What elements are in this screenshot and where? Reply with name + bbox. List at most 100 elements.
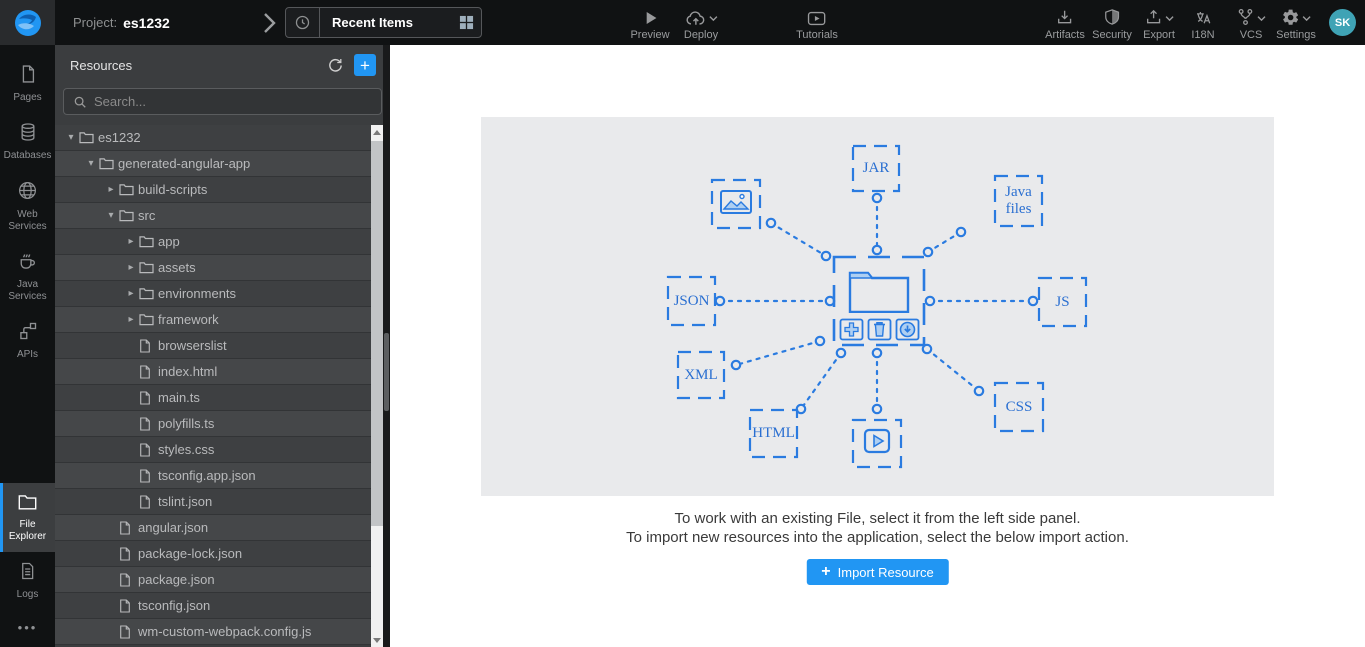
tree-item-label: index.html	[158, 364, 218, 379]
tree-row-browserslist[interactable]: browserslist	[55, 333, 371, 359]
deploy-icon-row	[685, 5, 718, 27]
tree-scrollbar[interactable]	[371, 125, 383, 647]
collapse-chevron-icon[interactable]	[258, 8, 280, 37]
preview-button[interactable]: Preview	[630, 5, 670, 41]
recent-items-dropdown[interactable]: Recent Items	[285, 7, 482, 38]
expand-toggle-icon[interactable]: ▸	[103, 184, 119, 195]
tree-row-framework[interactable]: ▸ framework	[55, 307, 371, 333]
diagram-node-java-files: Java files	[995, 176, 1042, 226]
tree-row-es1232[interactable]: ▾ es1232	[55, 125, 371, 151]
i18n-button[interactable]: I18N	[1191, 5, 1215, 41]
sidebar-item-label: Databases	[3, 150, 52, 161]
user-avatar[interactable]: SK	[1329, 9, 1356, 36]
expand-toggle-icon[interactable]: ▸	[123, 262, 139, 273]
collapse-toggle-icon[interactable]: ▾	[103, 210, 119, 221]
tree-row-polyfills.ts[interactable]: polyfills.ts	[55, 411, 371, 437]
download-tray-icon	[1055, 8, 1074, 27]
add-icon[interactable]	[839, 318, 864, 341]
recent-items-label: Recent Items	[332, 15, 413, 30]
export-button[interactable]: Export	[1143, 5, 1175, 41]
chevron-down-icon	[1257, 9, 1266, 27]
history-icon	[286, 8, 320, 37]
diagram-node-center[interactable]	[834, 257, 924, 345]
diagram-node-label: JS	[1055, 293, 1070, 310]
tree-row-angular.json[interactable]: angular.json	[55, 515, 371, 541]
gear-icon	[1281, 8, 1300, 27]
preview-label: Preview	[630, 29, 670, 41]
tree-row-tslint.json[interactable]: tslint.json	[55, 489, 371, 515]
import-resource-button[interactable]: + Import Resource	[806, 559, 949, 585]
tree-item-label: package-lock.json	[138, 546, 243, 561]
tree-row-assets[interactable]: ▸ assets	[55, 255, 371, 281]
artifacts-button[interactable]: Artifacts	[1045, 5, 1085, 41]
tree-row-app[interactable]: ▸ app	[55, 229, 371, 255]
file-icon	[139, 494, 158, 509]
tree-item-label: src	[138, 208, 156, 223]
scroll-down-arrow[interactable]	[371, 633, 383, 647]
collapse-toggle-icon[interactable]: ▾	[83, 158, 99, 169]
tree-item-label: environments	[158, 286, 237, 301]
tree-item-label: generated-angular-app	[118, 156, 251, 171]
panel-scrollbar-thumb[interactable]	[384, 333, 389, 411]
folder-action-buttons	[839, 318, 920, 341]
sidebar-item-web-services[interactable]: Web Services	[0, 171, 55, 242]
tree-row-environments[interactable]: ▸ environments	[55, 281, 371, 307]
expand-toggle-icon[interactable]: ▸	[123, 314, 139, 325]
folder-icon	[119, 209, 138, 222]
tree-item-label: build-scripts	[138, 182, 208, 197]
tree-row-wm-custom-webpack.config.js[interactable]: wm-custom-webpack.config.js	[55, 619, 371, 645]
diagram-node-label: CSS	[1005, 398, 1033, 415]
search-input[interactable]	[94, 94, 381, 109]
sidebar-item-java-services[interactable]: Java Services	[0, 242, 55, 312]
diagram-node-json: JSON	[668, 277, 715, 325]
folder-icon	[99, 157, 118, 170]
globe-icon	[17, 180, 38, 206]
file-icon	[139, 338, 158, 353]
diagram-node-image	[712, 180, 760, 228]
grid-view-icon[interactable]	[451, 15, 481, 30]
expand-toggle-icon[interactable]: ▸	[123, 288, 139, 299]
sidebar-item-pages[interactable]: Pages	[0, 55, 55, 113]
deploy-button[interactable]: Deploy	[684, 5, 718, 41]
add-resource-button[interactable]: +	[354, 54, 376, 76]
settings-button[interactable]: Settings	[1276, 5, 1316, 41]
tree-row-index.html[interactable]: index.html	[55, 359, 371, 385]
panel-scrollbar[interactable]	[383, 45, 390, 647]
sidebar-item-file-explorer[interactable]: File Explorer	[0, 483, 55, 552]
expand-toggle-icon[interactable]: ▸	[123, 236, 139, 247]
tree-row-generated-angular-app[interactable]: ▾ generated-angular-app	[55, 151, 371, 177]
tree-item-label: tsconfig.app.json	[158, 468, 256, 483]
tree-row-tsconfig.json[interactable]: tsconfig.json	[55, 593, 371, 619]
tree-row-package-lock.json[interactable]: package-lock.json	[55, 541, 371, 567]
diagram-node-label: JSON	[673, 292, 710, 309]
refresh-icon[interactable]	[327, 57, 344, 74]
panel-title: Resources	[70, 57, 133, 73]
scrollbar-thumb[interactable]	[371, 141, 383, 526]
sidebar-item-logs[interactable]: Logs	[0, 552, 55, 610]
security-button[interactable]: Security	[1092, 5, 1132, 41]
pages-icon	[18, 64, 38, 89]
file-icon	[119, 598, 138, 613]
sidebar-item-databases[interactable]: Databases	[0, 113, 55, 171]
sidebar-item-apis[interactable]: APIs	[0, 312, 55, 370]
tree-row-build-scripts[interactable]: ▸ build-scripts	[55, 177, 371, 203]
tree-row-tsconfig.app.json[interactable]: tsconfig.app.json	[55, 463, 371, 489]
delete-icon[interactable]	[867, 318, 892, 341]
vcs-button[interactable]: VCS	[1236, 5, 1266, 41]
tree-row-src[interactable]: ▾ src	[55, 203, 371, 229]
diagram-node-xml: XML	[678, 352, 724, 398]
collapse-toggle-icon[interactable]: ▾	[63, 132, 79, 143]
diagram-node-label: XML	[684, 366, 718, 383]
more-options-button[interactable]: •••	[0, 610, 55, 647]
tutorials-button[interactable]: Tutorials	[796, 5, 838, 41]
tree-row-main.ts[interactable]: main.ts	[55, 385, 371, 411]
tree-row-package.json[interactable]: package.json	[55, 567, 371, 593]
i18n-label: I18N	[1191, 29, 1215, 41]
scroll-up-arrow[interactable]	[371, 125, 383, 139]
file-icon	[139, 442, 158, 457]
upload-tray-icon	[1144, 8, 1163, 27]
diagram-node-label: HTML	[752, 425, 795, 441]
download-icon[interactable]	[895, 318, 920, 341]
cloud-upload-icon	[685, 9, 707, 27]
tree-row-styles.css[interactable]: styles.css	[55, 437, 371, 463]
